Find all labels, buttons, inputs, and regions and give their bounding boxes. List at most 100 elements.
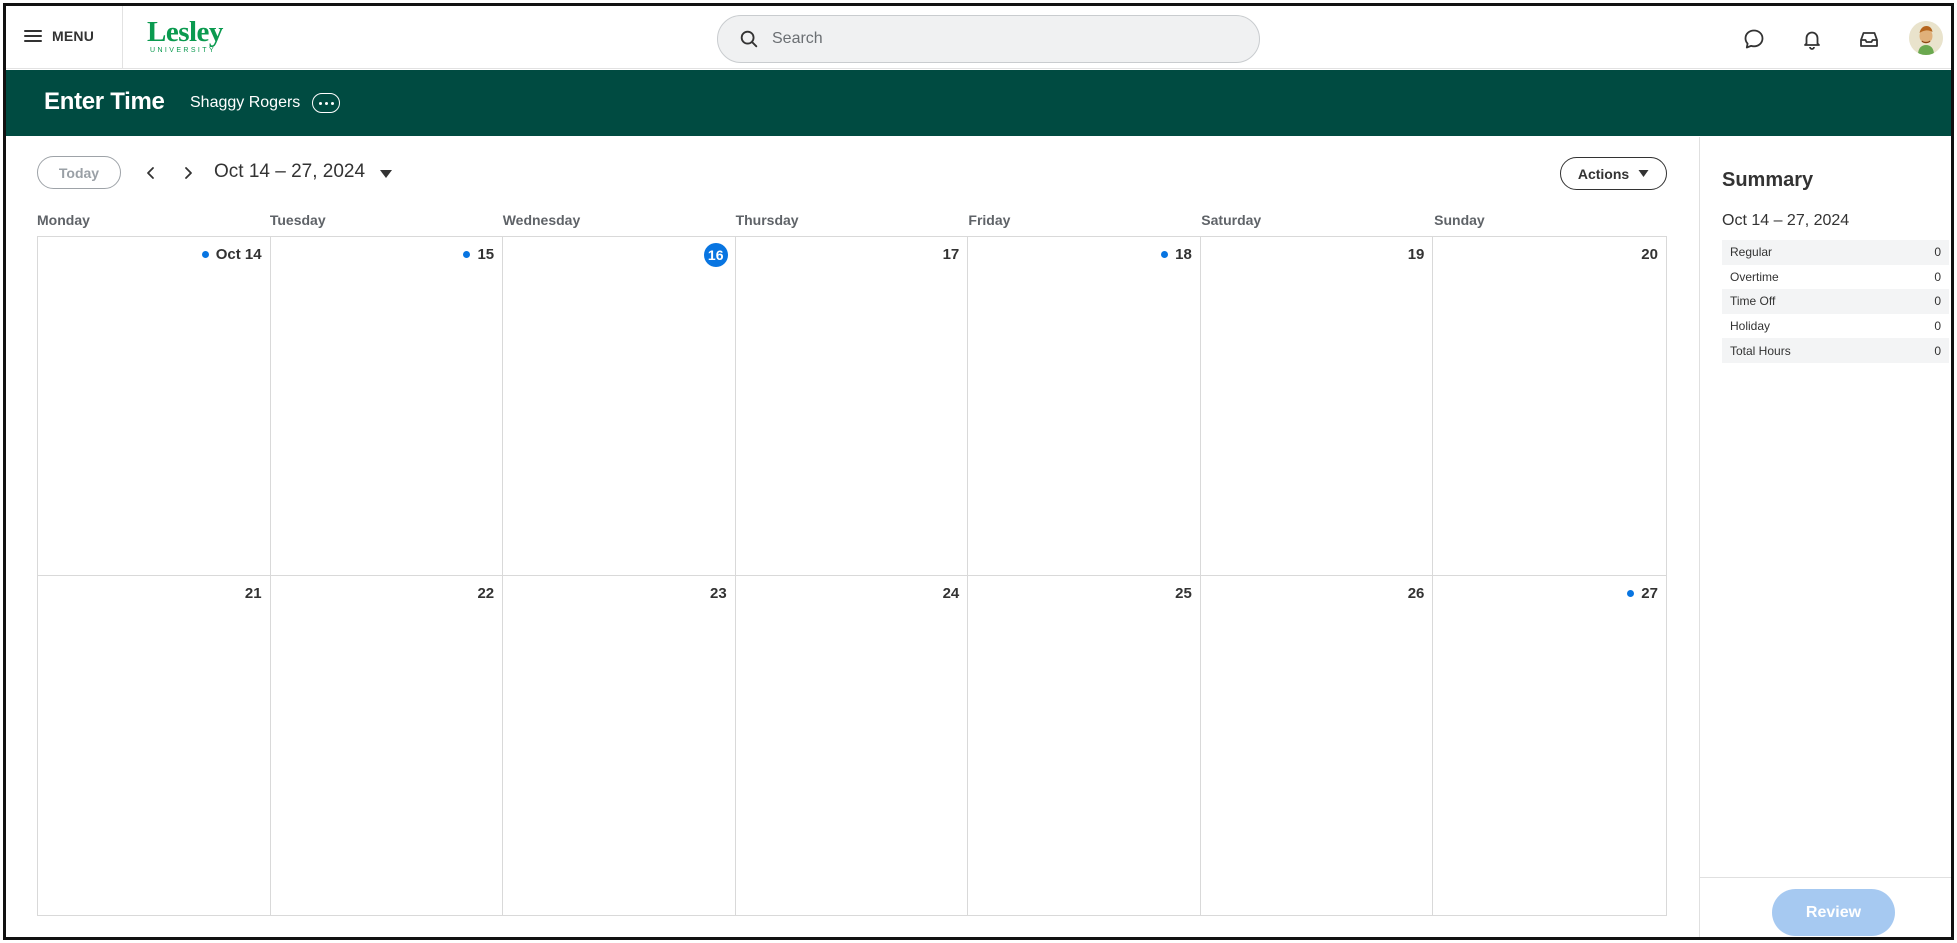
day-label: 19 (1408, 246, 1425, 263)
today-date-marker: 16 (703, 243, 728, 267)
more-dot-icon (318, 101, 322, 105)
weekday-label: Tuesday (269, 212, 326, 228)
day-label: 21 (245, 585, 262, 602)
worker-name[interactable]: Shaggy Rogers (190, 94, 300, 112)
logo-subtext: UNIVERSITY (150, 47, 217, 54)
day-label: 23 (710, 585, 727, 602)
summary-row-value: 0 (1934, 343, 1941, 358)
day-label: 20 (1641, 246, 1658, 263)
calendar-day-cell[interactable]: 17 (735, 237, 969, 576)
day-number: 19 (1407, 246, 1425, 263)
summary-table: Regular 0 Overtime 0 Time Off 0 Holiday 0 Total … (1722, 240, 1949, 363)
chat-icon[interactable] (1741, 26, 1767, 52)
time-entry-dot-icon (1627, 590, 1635, 597)
topbar-divider (122, 6, 123, 69)
day-label: Oct 14 (201, 246, 262, 263)
caret-down-icon (1638, 170, 1649, 177)
day-number: 27 (1641, 585, 1658, 602)
time-entry-dot-icon (1161, 251, 1169, 258)
search-input[interactable] (772, 30, 1232, 48)
calendar-day-cell[interactable]: 20 (1433, 237, 1666, 576)
summary-row-value: 0 (1934, 245, 1941, 260)
calendar-day-cell[interactable]: 25 (968, 576, 1201, 915)
chevron-left-icon (147, 167, 154, 179)
logo-wordmark: Lesley (147, 16, 223, 48)
date-range-label[interactable]: Oct 14 – 27, 2024 (214, 161, 365, 183)
day-number: 21 (244, 585, 262, 602)
more-dot-icon (330, 101, 334, 105)
summary-row-value: 0 (1934, 319, 1941, 334)
summary-panel: Summary Oct 14 – 27, 2024 Regular 0 Overti… (1699, 137, 1951, 937)
weekday-label: Saturday (1201, 212, 1262, 228)
summary-row-label: Overtime (1730, 269, 1779, 284)
bell-icon[interactable] (1799, 26, 1825, 52)
day-number: 15 (477, 246, 495, 263)
summary-footer: Review (1700, 877, 1951, 937)
search-bar[interactable] (717, 15, 1260, 63)
page-header: Enter Time Shaggy Rogers (6, 70, 1951, 136)
user-avatar[interactable] (1909, 21, 1943, 55)
calendar-day-cell[interactable]: 26 (1201, 576, 1434, 915)
day-number: 23 (710, 585, 727, 602)
day-number: 18 (1175, 246, 1192, 263)
day-label: 24 (943, 585, 960, 602)
time-entry-dot-icon (201, 251, 209, 258)
calendar-day-cell[interactable]: 19 (1200, 237, 1434, 576)
related-actions-button[interactable] (312, 93, 340, 113)
lesley-logo[interactable]: Lesley UNIVERSITY (147, 18, 237, 58)
calendar-day-cell[interactable]: 22 (271, 576, 504, 915)
summary-row-label: Total Hours (1730, 343, 1791, 358)
time-entry-dot-icon (463, 251, 471, 258)
caret-down-icon[interactable] (378, 166, 394, 182)
avatar-illustration-icon (1909, 21, 1943, 55)
page-title: Enter Time (44, 88, 165, 115)
app-window: MENU Lesley UNIVERSITY Search Enter Time… (3, 3, 1954, 940)
summary-row: Total Hours 0 (1722, 338, 1949, 363)
summary-row-label: Time Off (1730, 294, 1776, 309)
day-number: 25 (1175, 585, 1192, 602)
next-period-button[interactable] (176, 161, 200, 185)
summary-title: Summary (1722, 169, 1814, 191)
calendar-grid: Oct 14 15 16 17 18 19 20 21 22 23 24 25 26 27 (37, 236, 1667, 916)
calendar-day-cell[interactable]: 18 (968, 237, 1201, 576)
previous-period-button[interactable] (139, 161, 163, 185)
weekday-label: Sunday (1434, 212, 1485, 228)
summary-row: Holiday 0 (1722, 314, 1949, 339)
summary-row-value: 0 (1934, 269, 1941, 284)
day-label: 17 (943, 246, 960, 263)
day-number: 22 (477, 585, 495, 602)
summary-row-label: Regular (1730, 245, 1773, 260)
inbox-icon[interactable] (1856, 26, 1882, 52)
weekday-label: Wednesday (502, 212, 581, 228)
chevron-right-icon (185, 167, 192, 179)
calendar-day-cell[interactable]: Oct 14 (38, 237, 271, 576)
search-icon (740, 30, 758, 48)
calendar-day-cell[interactable]: 16 (503, 237, 736, 576)
menu-button[interactable]: MENU (16, 20, 102, 52)
calendar-day-cell[interactable]: 27 (1433, 576, 1666, 915)
day-label: 15 (463, 246, 494, 263)
actions-label: Actions (1577, 165, 1630, 182)
calendar-day-cell[interactable]: 15 (270, 237, 504, 576)
day-label: 26 (1408, 585, 1425, 602)
summary-period: Oct 14 – 27, 2024 (1722, 212, 1850, 229)
summary-row: Time Off 0 (1722, 289, 1949, 314)
day-label: 27 (1627, 585, 1658, 602)
day-number: 24 (942, 585, 960, 602)
calendar-day-cell[interactable]: 24 (736, 576, 969, 915)
summary-row-label: Holiday (1730, 319, 1771, 334)
summary-row: Overtime 0 (1722, 265, 1949, 290)
calendar-day-cell[interactable]: 21 (38, 576, 271, 915)
day-label: 25 (1175, 585, 1192, 602)
hamburger-icon (24, 29, 42, 43)
day-number: 20 (1641, 246, 1658, 263)
more-dot-icon (324, 101, 328, 105)
actions-button[interactable]: Actions (1560, 157, 1667, 190)
day-number: 26 (1407, 585, 1425, 602)
day-number: 17 (942, 246, 960, 263)
today-button[interactable]: Today (37, 156, 121, 189)
review-button[interactable]: Review (1772, 889, 1895, 936)
day-number: Oct 14 (215, 246, 262, 263)
day-label: 22 (477, 585, 494, 602)
calendar-day-cell[interactable]: 23 (503, 576, 736, 915)
